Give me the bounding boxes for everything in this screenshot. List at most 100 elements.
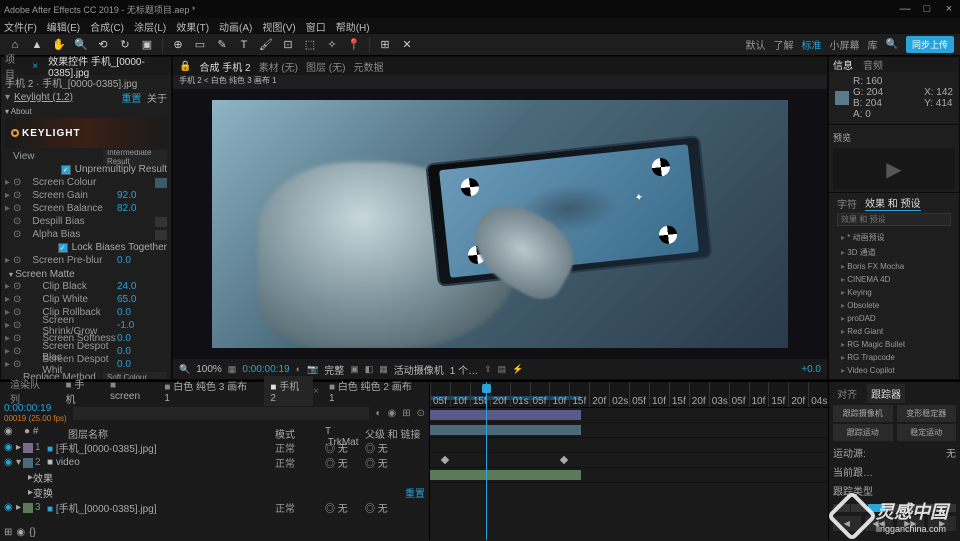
current-time-indicator[interactable] (486, 382, 487, 540)
minimize-icon[interactable]: — (898, 3, 912, 15)
toggle-switches-icon[interactable]: ⊞ (4, 527, 12, 538)
visibility-icon[interactable]: ◉ (4, 502, 16, 513)
mask-icon[interactable]: ◐ (296, 364, 301, 374)
layer-property[interactable]: ▸变换重置 (0, 485, 429, 500)
tab-effects-presets[interactable]: 效果 和 预设 (865, 195, 921, 211)
exposure-value[interactable]: +0.0 (801, 364, 821, 375)
puppet-tool-icon[interactable]: 📍 (345, 37, 363, 53)
channel-icon[interactable]: ◧ (365, 364, 374, 375)
timeline-search-input[interactable] (73, 407, 370, 420)
alpha-bias-swatch[interactable] (155, 230, 167, 240)
clip-rollback-value[interactable]: 0.0 (117, 307, 167, 318)
viewer-timecode[interactable]: 0:00:00:19 (242, 364, 289, 375)
ws-standard[interactable]: 标准 (802, 37, 822, 52)
preview-play-button[interactable]: ▶ (833, 148, 955, 190)
menu-anim[interactable]: 动画(A) (219, 19, 252, 34)
tab-audio[interactable]: 音频 (863, 57, 883, 72)
selection-tool-icon[interactable]: ▲ (28, 37, 46, 53)
menu-view[interactable]: 视图(V) (262, 19, 295, 34)
comp-breadcrumb[interactable]: 手机 2 < 白色 纯色 3 画布 1 (173, 75, 827, 89)
res-icon[interactable]: ▦ (228, 364, 237, 375)
menu-help[interactable]: 帮助(H) (336, 19, 370, 34)
preblur-value[interactable]: 0.0 (117, 255, 167, 266)
keyframe-icon[interactable] (560, 456, 568, 464)
brackets-icon[interactable]: {} (29, 527, 36, 538)
search-icon[interactable]: 🔍 (886, 39, 898, 50)
menu-window[interactable]: 窗口 (306, 19, 326, 34)
tab-comp[interactable]: 合成 手机 2 (199, 59, 250, 74)
layer-bar[interactable] (430, 408, 828, 423)
frame-blend-icon[interactable]: ◉ (16, 527, 25, 538)
tab-chars[interactable]: 字符 (837, 196, 857, 211)
tab-align[interactable]: 对齐 (833, 384, 861, 403)
track-motion-button[interactable]: 跟踪运动 (833, 424, 893, 441)
prev-frame-button[interactable]: ◀ (833, 516, 861, 531)
snapshot-icon[interactable]: 📷 (307, 364, 318, 375)
layer-row[interactable]: ◉▸3■ [手机_[0000-0385].jpg]正常◎ 无◎ 无 (0, 500, 429, 515)
text-tool-icon[interactable]: T (235, 37, 253, 53)
close-tab-icon[interactable]: × (313, 386, 319, 397)
despot-black-value[interactable]: 0.0 (117, 346, 167, 357)
graph-icon[interactable]: ⊙ (417, 408, 425, 419)
zoom-dropdown[interactable]: 100% (196, 364, 222, 375)
screen-colour-swatch[interactable] (155, 178, 167, 188)
share-icon[interactable]: ⇪ (484, 364, 492, 375)
close-icon[interactable]: × (942, 3, 956, 15)
reset-link[interactable]: 重置 (121, 94, 141, 105)
maximize-icon[interactable]: □ (920, 3, 934, 15)
clip-black-value[interactable]: 24.0 (117, 281, 167, 292)
pixel-icon[interactable]: ▤ (498, 364, 507, 375)
lock-biases-checkbox[interactable]: ✓ (58, 243, 68, 253)
keyframe-icon[interactable] (441, 456, 449, 464)
sync-button[interactable]: 同步上传 (906, 36, 954, 53)
tab-layer[interactable]: 图层 (无) (306, 59, 345, 74)
zoom-tool-icon[interactable]: 🔍 (72, 37, 90, 53)
camera-tool-icon[interactable]: ▣ (138, 37, 156, 53)
menu-edit[interactable]: 编辑(E) (47, 19, 80, 34)
views-dropdown[interactable]: 1 个… (450, 362, 478, 377)
clip-white-value[interactable]: 65.0 (117, 294, 167, 305)
ws-lib[interactable]: 库 (868, 37, 878, 52)
blur-icon[interactable]: ◉ (387, 408, 396, 419)
visibility-icon[interactable]: ◉ (4, 442, 16, 453)
brush-tool-icon[interactable]: 🖌 (257, 37, 275, 53)
resolution-dropdown[interactable]: 完整 (324, 362, 344, 377)
magnify-icon[interactable]: 🔍 (179, 364, 190, 375)
stabilize-motion-button[interactable]: 稳定运动 (897, 424, 957, 441)
layer-property[interactable]: ▸效果 (0, 470, 429, 485)
despot-white-value[interactable]: 0.0 (117, 359, 167, 370)
grid-icon[interactable]: ▣ (350, 364, 359, 375)
play-fwd-button[interactable]: ▶▶ (897, 516, 925, 531)
pen-tool-icon[interactable]: ✎ (213, 37, 231, 53)
lib-icon[interactable]: ✕ (398, 37, 416, 53)
stamp-tool-icon[interactable]: ⊡ (279, 37, 297, 53)
ws-small[interactable]: 小屏幕 (830, 37, 860, 52)
menu-file[interactable]: 文件(F) (4, 19, 37, 34)
transparency-icon[interactable]: ▦ (379, 364, 388, 375)
layer-bar[interactable] (430, 423, 828, 438)
motion-source-dropdown[interactable]: 无 (946, 445, 956, 460)
screen-gain-value[interactable]: 92.0 (117, 190, 167, 201)
lock-icon[interactable]: 🔒 (179, 61, 191, 72)
fx-icon[interactable]: ⊞ (402, 408, 410, 419)
roto-tool-icon[interactable]: ✧ (323, 37, 341, 53)
despill-swatch[interactable] (155, 217, 167, 227)
eraser-tool-icon[interactable]: ⬚ (301, 37, 319, 53)
tab-info[interactable]: 信息 (833, 57, 853, 72)
tab-footage[interactable]: 素材 (无) (259, 59, 298, 74)
orbit-tool-icon[interactable]: ⟲ (94, 37, 112, 53)
rect-tool-icon[interactable]: ▭ (191, 37, 209, 53)
effect-name[interactable]: Keylight (1.2) (14, 92, 73, 103)
shrink-grow-value[interactable]: -1.0 (117, 320, 167, 331)
layer-row[interactable]: ◉▸1■ [手机_[0000-0385].jpg]正常◎ 无◎ 无 (0, 440, 429, 455)
fx-search-input[interactable] (837, 213, 951, 226)
play-back-button[interactable]: ◀◀ (865, 516, 893, 531)
tab-preview[interactable]: 预览 (833, 127, 955, 148)
softness-value[interactable]: 0.0 (117, 333, 167, 344)
tab-tracker[interactable]: 跟踪器 (867, 384, 905, 403)
unpremult-checkbox[interactable]: ✓ (61, 165, 71, 175)
rotate-tool-icon[interactable]: ↻ (116, 37, 134, 53)
ws-default[interactable]: 默认 (746, 37, 766, 52)
menu-comp[interactable]: 合成(C) (90, 19, 124, 34)
layer-bar[interactable] (430, 468, 828, 483)
